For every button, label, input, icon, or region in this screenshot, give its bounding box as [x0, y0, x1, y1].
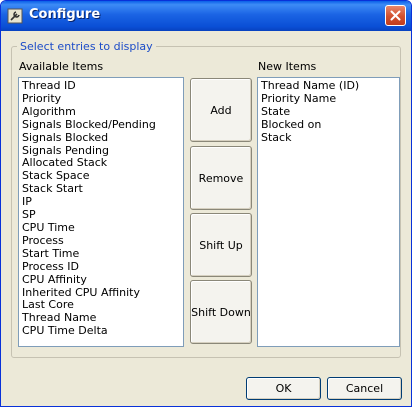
ok-button[interactable]: OK	[246, 377, 321, 400]
list-item[interactable]: CPU Affinity	[22, 273, 180, 287]
available-items-label: Available Items	[19, 60, 104, 73]
list-item[interactable]: Stack Start	[22, 182, 180, 196]
list-item[interactable]: Priority Name	[261, 92, 396, 106]
wrench-icon	[7, 8, 23, 24]
list-item[interactable]: CPU Time	[22, 221, 180, 235]
list-item[interactable]: State	[261, 105, 396, 119]
list-item[interactable]: IP	[22, 195, 180, 209]
list-item[interactable]: Algorithm	[22, 105, 180, 119]
list-item[interactable]: Process	[22, 234, 180, 248]
configure-dialog: Configure Select entries to display Avai…	[0, 0, 412, 407]
list-item[interactable]: Blocked on	[261, 118, 396, 132]
list-item[interactable]: Start Time	[22, 247, 180, 261]
available-items-list[interactable]: Thread ID Priority Algorithm Signals Blocke…	[18, 77, 184, 347]
window-title: Configure	[29, 7, 101, 22]
list-item[interactable]: CPU Time Delta	[22, 324, 180, 338]
close-icon	[390, 10, 401, 21]
shift-down-button[interactable]: Shift Down	[190, 280, 252, 344]
list-item[interactable]: Signals Blocked/Pending	[22, 118, 180, 132]
list-item[interactable]: Signals Blocked	[22, 131, 180, 145]
group-legend: Select entries to display	[17, 40, 156, 53]
list-item[interactable]: Stack	[261, 131, 396, 145]
close-button[interactable]	[385, 5, 406, 26]
list-item[interactable]: Thread Name (ID)	[261, 79, 396, 93]
list-item[interactable]: Thread ID	[22, 79, 180, 93]
remove-button[interactable]: Remove	[190, 146, 252, 210]
list-item[interactable]: Process ID	[22, 260, 180, 274]
shift-up-button[interactable]: Shift Up	[190, 213, 252, 277]
new-items-list[interactable]: Thread Name (ID) Priority Name State Blocke…	[257, 77, 400, 347]
cancel-button[interactable]: Cancel	[327, 377, 402, 400]
title-bar[interactable]: Configure	[1, 1, 411, 31]
new-items-label: New Items	[258, 60, 317, 73]
add-button[interactable]: Add	[190, 78, 252, 142]
list-item[interactable]: Priority	[22, 92, 180, 106]
